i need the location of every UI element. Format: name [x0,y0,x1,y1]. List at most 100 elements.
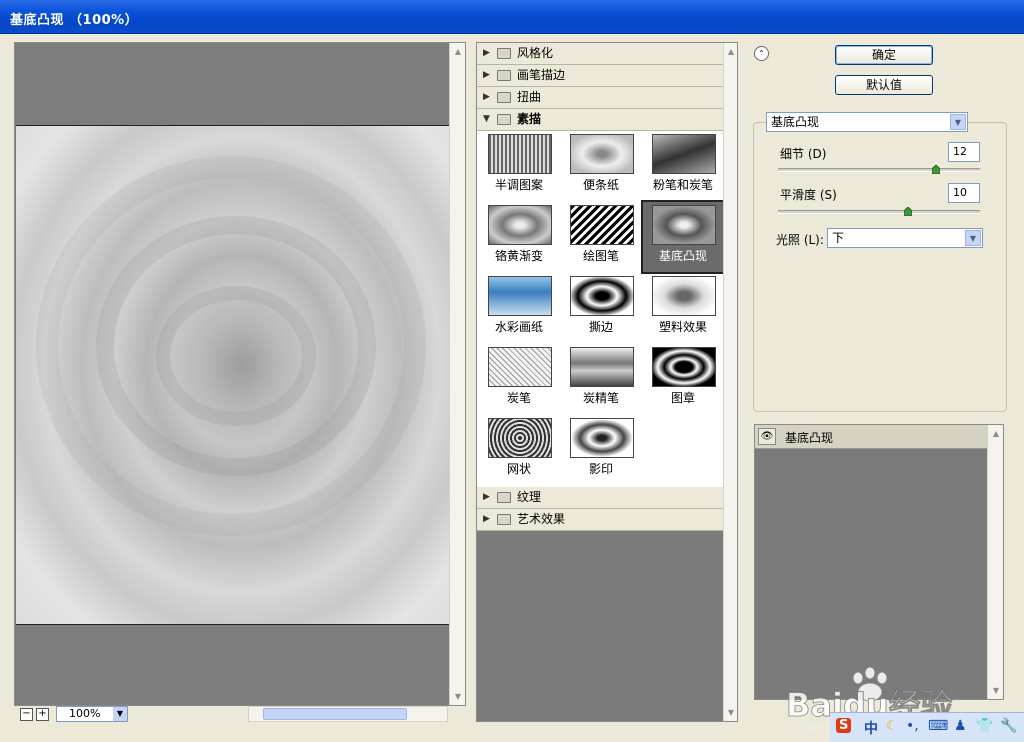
thumbnail-stamp[interactable]: 图章 [643,344,723,414]
settings-group [753,122,1007,412]
category-artistic[interactable]: ▶ 艺术效果 [477,509,725,531]
smoothness-label: 平滑度 (S) [780,188,837,202]
category-stylize[interactable]: ▶ 风格化 [477,43,725,65]
shirt-icon[interactable]: 👕 [976,718,993,734]
user-icon[interactable]: ♟ [954,718,967,734]
triangle-right-icon: ▶ [483,92,490,102]
category-label: 素描 [517,112,542,126]
detail-slider-thumb[interactable] [932,165,940,174]
filter-gallery: ▶ 风格化 ▶ 画笔描边 ▶ 扭曲 ▼ 素描 半调图案 便条纸 粉笔和炭笔 铬黄… [476,42,738,722]
triangle-right-icon: ▶ [483,70,490,80]
chevron-down-icon[interactable]: ▼ [113,707,127,721]
light-label: 光照 (L): [776,233,824,247]
preview-vertical-scrollbar[interactable]: ▲ ▼ [449,43,465,705]
thumbnail-image [570,418,634,458]
thumbnail-image [488,205,552,245]
thumbnail-halftone[interactable]: 半调图案 [479,131,559,201]
thumbnail-image [652,276,716,316]
thumbnail-image [570,276,634,316]
category-label: 扭曲 [517,90,542,104]
preview-horizontal-scrollbar[interactable] [248,706,448,722]
ime-tray: S 中 ☾ •, ⌨ ♟ 👕 🔧 [830,712,1024,742]
category-label: 纹理 [517,490,542,504]
zoom-value: 100% [69,707,101,720]
zoom-in-button[interactable]: + [36,708,49,721]
punctuation-icon[interactable]: •, [906,718,919,734]
thumbnail-image [570,205,634,245]
triangle-right-icon: ▶ [483,514,490,524]
category-label: 画笔描边 [517,68,566,82]
detail-input[interactable]: 12 [948,142,980,162]
scroll-down-icon[interactable]: ▼ [451,689,465,704]
thumbnail-note-paper[interactable]: 便条纸 [561,131,641,201]
preview-image[interactable] [16,125,450,625]
category-texture[interactable]: ▶ 纹理 [477,487,725,509]
title-bar: 基底凸现 （100%） [0,0,1024,34]
swirl-ring [36,156,426,536]
triangle-down-icon: ▼ [483,114,490,124]
scroll-up-icon[interactable]: ▲ [725,44,737,59]
preview-pane[interactable]: ▲ ▼ [14,42,466,706]
triangle-right-icon: ▶ [483,48,490,58]
ok-button[interactable]: 确定 [835,45,933,65]
zoom-out-button[interactable]: − [20,708,33,721]
window-title: 基底凸现 （100%） [10,13,139,28]
thumbnail-photocopy[interactable]: 影印 [561,415,641,485]
category-brush-strokes[interactable]: ▶ 画笔描边 [477,65,725,87]
category-sketch[interactable]: ▼ 素描 [477,109,725,131]
scroll-down-icon[interactable]: ▼ [725,705,737,720]
thumbnail-water-paper[interactable]: 水彩画纸 [479,273,559,343]
scroll-down-icon[interactable]: ▼ [989,683,1003,698]
category-label: 风格化 [517,46,554,60]
thumbnail-bas-relief[interactable]: 基底凸现 [641,200,725,274]
layers-scrollbar[interactable]: ▲ ▼ [987,425,1003,699]
thumbnail-chalk-charcoal[interactable]: 粉笔和炭笔 [643,131,723,201]
thumbnail-image [488,418,552,458]
thumbnail-image [652,205,716,245]
thumbnail-torn-edges[interactable]: 撕边 [561,273,641,343]
effect-layer-name: 基底凸现 [785,431,834,445]
smoothness-input[interactable]: 10 [948,183,980,203]
default-button[interactable]: 默认值 [835,75,933,95]
gallery-scrollbar[interactable]: ▲ ▼ [723,43,737,721]
scroll-up-icon[interactable]: ▲ [989,426,1003,441]
thumbnail-image [488,347,552,387]
filter-select[interactable]: 基底凸现 ▼ [766,112,968,132]
collapse-gallery-button[interactable]: ⌃ [754,46,769,61]
thumbnail-reticulation[interactable]: 网状 [479,415,559,485]
folder-icon [497,492,511,503]
folder-icon [497,70,511,81]
sogou-icon[interactable]: S [836,718,852,733]
thumbnail-conte-crayon[interactable]: 炭精笔 [561,344,641,414]
effect-layer-row[interactable]: 👁 基底凸现 [755,425,987,449]
eye-icon[interactable]: 👁 [758,428,776,445]
category-label: 艺术效果 [517,512,566,526]
thumbnail-image [652,347,716,387]
light-select[interactable]: 下 ▼ [827,228,983,248]
smoothness-slider-thumb[interactable] [904,207,912,216]
thumbnail-image [488,134,552,174]
scroll-up-icon[interactable]: ▲ [451,44,465,59]
wrench-icon[interactable]: 🔧 [1000,718,1017,734]
thumbnail-graphic-pen[interactable]: 绘图笔 [561,202,641,272]
folder-icon [497,48,511,59]
moon-icon[interactable]: ☾ [886,718,899,734]
scroll-thumb[interactable] [263,708,407,720]
thumbnail-chrome[interactable]: 铬黄渐变 [479,202,559,272]
detail-label: 细节 (D) [780,147,827,161]
smoothness-slider-track[interactable] [778,210,980,214]
thumbnail-charcoal[interactable]: 炭笔 [479,344,559,414]
chevron-down-icon[interactable]: ▼ [965,230,981,246]
zoom-bar: − + 100% ▼ [14,706,466,724]
ime-mode[interactable]: 中 [864,718,878,738]
chevron-down-icon[interactable]: ▼ [950,114,966,130]
zoom-select[interactable]: 100% ▼ [56,706,128,722]
thumbnail-image [570,347,634,387]
category-distort[interactable]: ▶ 扭曲 [477,87,725,109]
thumbnail-plaster[interactable]: 塑料效果 [643,273,723,343]
detail-slider-track[interactable] [778,168,980,172]
keyboard-icon[interactable]: ⌨ [928,718,948,734]
folder-icon [497,514,511,525]
filter-gallery-dialog: ▲ ▼ − + 100% ▼ ▶ 风格化 ▶ 画笔描边 ▶ 扭曲 ▼ 素描 半调… [0,34,1024,742]
thumbnail-image [488,276,552,316]
